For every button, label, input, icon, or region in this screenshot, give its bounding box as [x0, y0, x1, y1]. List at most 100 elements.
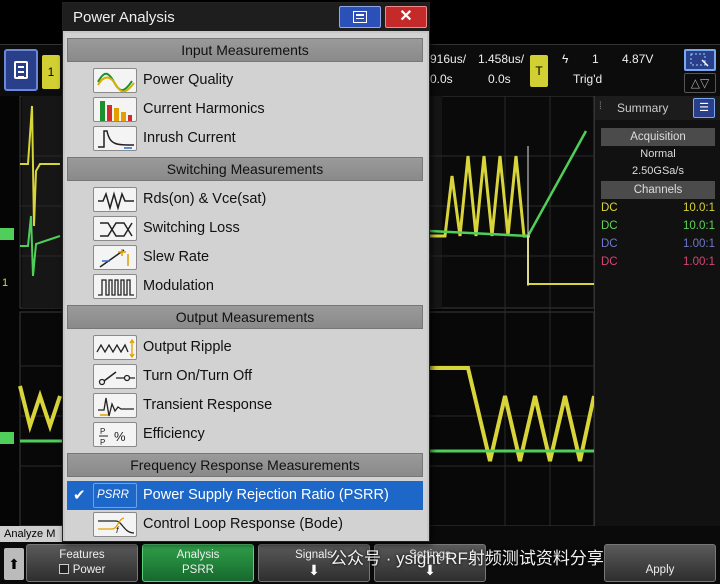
dialog-body: Input Measurements Power Quality Current…	[65, 33, 427, 541]
apply-softkey[interactable]: Apply	[604, 544, 716, 582]
sample-rate: 2.50GSa/s	[632, 165, 684, 177]
menu-item-switching-loss[interactable]: Switching Loss	[67, 214, 423, 243]
timebase-scale[interactable]: 916us/	[430, 52, 466, 66]
channel-row[interactable]: DC 1.00:1	[601, 254, 715, 272]
channel-row[interactable]: DC 1.00:1	[601, 236, 715, 254]
zoom-timebase-scale[interactable]: 1.458us/	[478, 52, 524, 66]
menu-icon	[14, 61, 28, 79]
turn-on-off-icon	[93, 364, 137, 389]
menu-item-current-harmonics[interactable]: Current Harmonics	[67, 95, 423, 124]
menu-item-power-quality[interactable]: Power Quality	[67, 66, 423, 95]
switching-loss-icon	[93, 216, 137, 241]
menu-item-rds-on[interactable]: Rds(on) & Vce(sat)	[67, 185, 423, 214]
summary-title: Summary	[617, 101, 669, 115]
menu-item-turn-on-off[interactable]: Turn On/Turn Off	[67, 362, 423, 391]
softkey-value: PSRR	[182, 564, 214, 576]
inrush-current-icon	[93, 126, 137, 151]
features-softkey[interactable]: Features Power	[26, 544, 138, 582]
select-tool-button[interactable]	[684, 49, 716, 71]
zoom-timebase-offset[interactable]: 0.0s	[488, 72, 511, 86]
transient-response-icon	[93, 393, 137, 418]
trigger-edge-icon: ϟ	[562, 52, 569, 66]
efficiency-icon: P P%	[93, 422, 137, 447]
acquisition-mode: Normal	[640, 148, 676, 160]
menu-item-bode[interactable]: f Control Loop Response (Bode)	[67, 510, 423, 539]
menu-item-label: Turn On/Turn Off	[143, 368, 253, 384]
softkey-label: Apply	[645, 564, 675, 576]
channel-probe: 1.00:1	[683, 256, 715, 268]
channel-probe: 10.0:1	[683, 202, 715, 214]
menu-item-psrr[interactable]: ✔ PSRR Power Supply Rejection Ratio (PSR…	[67, 481, 423, 510]
channel-coupling: DC	[601, 202, 618, 214]
watermark: 公众号 · ysight RF射频测试资料分享	[330, 549, 604, 568]
menu-item-label: Slew Rate	[143, 249, 210, 265]
softkey-label: Features	[59, 549, 105, 561]
menu-item-label: Rds(on) & Vce(sat)	[143, 191, 267, 207]
channel-coupling: DC	[601, 256, 618, 268]
menu-item-label: Output Ripple	[143, 339, 232, 355]
trigger-source-button[interactable]: T	[530, 55, 548, 87]
select-box-icon	[690, 53, 709, 67]
drag-handle-icon[interactable]: ⁞	[599, 101, 602, 112]
menu-item-label: Power Quality	[143, 72, 234, 88]
dialog-menu-button[interactable]	[339, 6, 381, 28]
menu-item-label: Transient Response	[143, 397, 273, 413]
dialog-title-bar[interactable]: Power Analysis ✕	[63, 3, 429, 31]
checkmark-icon: ✔	[73, 487, 86, 504]
summary-header: ⁞ Summary ☰	[595, 96, 720, 120]
modulation-icon	[93, 274, 137, 299]
trigger-status: Trig'd	[573, 72, 603, 86]
softkey-value: Power	[72, 564, 106, 576]
measure-tool-button[interactable]: △▽	[684, 73, 716, 93]
menu-item-label: Modulation	[143, 278, 214, 294]
svg-text:f: f	[116, 525, 120, 535]
channel-coupling: DC	[601, 220, 618, 232]
section-header-output: Output Measurements	[67, 305, 423, 329]
menu-item-label: Current Harmonics	[143, 101, 265, 117]
summary-panel: ⁞ Summary ☰ Acquisition Normal 2.50GSa/s…	[594, 96, 720, 526]
list-icon	[353, 11, 367, 23]
up-arrow-button[interactable]: ⬆	[4, 548, 24, 580]
dialog-close-button[interactable]: ✕	[385, 6, 427, 28]
menu-icon: ☰	[699, 102, 709, 114]
acquisition-header: Acquisition	[601, 128, 715, 146]
channels-header: Channels	[601, 181, 715, 199]
slew-rate-icon	[93, 245, 137, 270]
timebase-offset[interactable]: 0.0s	[430, 72, 453, 86]
bode-icon: f	[93, 512, 137, 537]
dialog-title: Power Analysis	[73, 9, 175, 26]
trigger-level[interactable]: 4.87V	[622, 52, 653, 66]
channel-row[interactable]: DC 10.0:1	[601, 218, 715, 236]
power-checkbox[interactable]	[58, 564, 69, 574]
menu-item-label: Inrush Current	[143, 130, 236, 146]
rds-on-icon	[93, 187, 137, 212]
section-header-switching: Switching Measurements	[67, 157, 423, 181]
menu-item-label: Switching Loss	[143, 220, 240, 236]
output-ripple-icon	[93, 335, 137, 360]
analyze-menu-tab[interactable]: Analyze M	[0, 526, 66, 542]
channel-probe: 10.0:1	[683, 220, 715, 232]
menu-item-efficiency[interactable]: P P% Efficiency	[67, 420, 423, 449]
menu-item-output-ripple[interactable]: Output Ripple	[67, 333, 423, 362]
channel-row[interactable]: DC 10.0:1	[601, 200, 715, 218]
section-header-frequency-response: Frequency Response Measurements	[67, 453, 423, 477]
menu-item-inrush-current[interactable]: Inrush Current	[67, 124, 423, 153]
menu-item-modulation[interactable]: Modulation	[67, 272, 423, 301]
current-harmonics-icon	[93, 97, 137, 122]
summary-menu-button[interactable]: ☰	[693, 98, 715, 118]
svg-text:P: P	[100, 427, 105, 436]
menu-item-transient-response[interactable]: Transient Response	[67, 391, 423, 420]
main-menu-button[interactable]	[4, 49, 38, 91]
menu-item-label: Control Loop Response (Bode)	[143, 516, 343, 532]
channel-probe: 1.00:1	[683, 238, 715, 250]
psrr-icon: PSRR	[93, 483, 137, 508]
psrr-icon-text: PSRR	[97, 489, 129, 501]
analysis-softkey[interactable]: Analysis PSRR	[142, 544, 254, 582]
trigger-channel[interactable]: 1	[592, 52, 599, 66]
menu-item-slew-rate[interactable]: Slew Rate	[67, 243, 423, 272]
menu-item-label: Efficiency	[143, 426, 205, 442]
channel-1-button[interactable]: 1	[42, 55, 60, 89]
channel-coupling: DC	[601, 238, 618, 250]
svg-text:1: 1	[2, 277, 8, 289]
svg-text:P: P	[100, 438, 105, 447]
